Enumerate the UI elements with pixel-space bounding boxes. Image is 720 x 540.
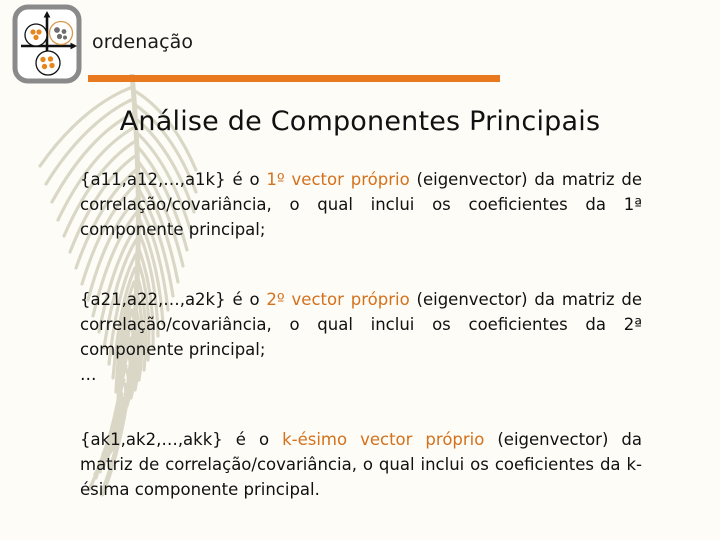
accent-term-second: 2º vector próprio [266, 290, 410, 309]
accent-term-kth: k-ésimo vector próprio [282, 430, 485, 449]
page-title: Análise de Componentes Principais [119, 106, 601, 137]
header-title: ordenação [92, 31, 194, 53]
paragraph-first-eigenvector: {a11,a12,…,a1k} é o 1º vector próprio (e… [80, 167, 642, 242]
header-divider [88, 75, 500, 82]
accent-term-first: 1º vector próprio [266, 170, 410, 189]
slide-canvas: ordenação Análise de Componentes Princip… [0, 0, 720, 540]
paragraph-prefix: {a11,a12,…,a1k} é o [80, 170, 267, 189]
ellipsis-continuation: … [80, 365, 97, 384]
paragraph-kth-eigenvector: {ak1,ak2,…,akk} é o k-ésimo vector própr… [80, 427, 642, 502]
paragraph-prefix: {a21,a22,…,a2k} é o [80, 290, 267, 309]
ordination-scatter-icon [12, 4, 82, 84]
paragraph-prefix: {ak1,ak2,…,akk} é o [80, 430, 283, 449]
paragraph-second-eigenvector: {a21,a22,…,a2k} é o 2º vector próprio (e… [80, 287, 642, 362]
